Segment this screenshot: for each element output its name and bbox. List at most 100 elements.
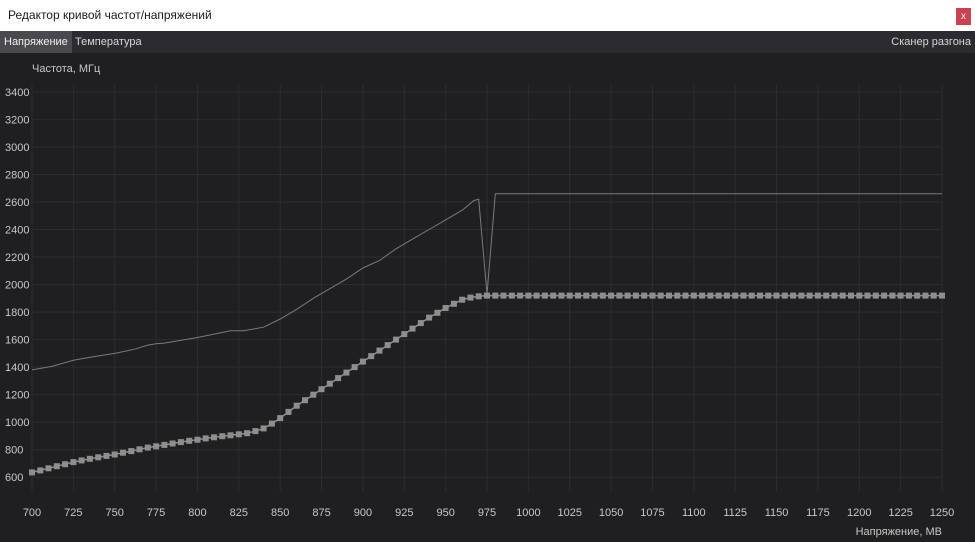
- curve-point[interactable]: [359, 358, 366, 365]
- curve-point[interactable]: [335, 375, 342, 382]
- curve-point[interactable]: [260, 425, 267, 432]
- curve-point[interactable]: [153, 443, 160, 450]
- curve-point[interactable]: [649, 292, 656, 299]
- curve-point[interactable]: [293, 402, 300, 409]
- curve-point[interactable]: [723, 292, 730, 299]
- curve-point[interactable]: [401, 331, 408, 338]
- curve-point[interactable]: [426, 314, 433, 321]
- curve-point[interactable]: [550, 292, 557, 299]
- curve-point[interactable]: [848, 292, 854, 299]
- curve-point[interactable]: [732, 292, 739, 299]
- curve-point[interactable]: [500, 292, 507, 299]
- curve-point[interactable]: [939, 292, 945, 299]
- curve-point[interactable]: [674, 292, 681, 299]
- curve-point[interactable]: [699, 292, 706, 299]
- curve-point[interactable]: [417, 320, 424, 327]
- curve-point[interactable]: [492, 292, 499, 299]
- curve-point[interactable]: [302, 397, 308, 404]
- vf-curve-chart[interactable]: Частота, МГц Напряжение, МВ 700 725 750 775…: [0, 53, 975, 542]
- curve-point[interactable]: [111, 451, 118, 458]
- curve-point[interactable]: [62, 461, 69, 468]
- curve-point[interactable]: [616, 292, 623, 299]
- scanner-button[interactable]: Сканер разгона: [887, 31, 975, 53]
- curve-point[interactable]: [558, 292, 565, 299]
- curve-point[interactable]: [566, 292, 573, 299]
- curve-point[interactable]: [666, 292, 672, 299]
- close-button[interactable]: x: [956, 8, 971, 25]
- curve-point[interactable]: [310, 391, 317, 398]
- curve-point[interactable]: [186, 437, 193, 444]
- curve-point[interactable]: [517, 292, 524, 299]
- curve-point[interactable]: [657, 292, 664, 299]
- curve-point[interactable]: [459, 296, 466, 303]
- curve-point[interactable]: [351, 364, 358, 371]
- curve-point[interactable]: [541, 292, 548, 299]
- curve-point[interactable]: [798, 292, 805, 299]
- curve-point[interactable]: [86, 455, 93, 462]
- curve-point[interactable]: [343, 369, 350, 376]
- curve-point[interactable]: [219, 433, 226, 440]
- curve-point[interactable]: [120, 449, 126, 456]
- curve-point[interactable]: [29, 469, 35, 476]
- curve-point[interactable]: [682, 292, 689, 299]
- curve-point[interactable]: [525, 292, 532, 299]
- curve-point[interactable]: [45, 465, 52, 472]
- curve-point[interactable]: [823, 292, 830, 299]
- curve-point[interactable]: [881, 292, 888, 299]
- curve-point[interactable]: [434, 309, 441, 316]
- curve-point[interactable]: [690, 292, 697, 299]
- curve-point[interactable]: [715, 292, 722, 299]
- curve-point[interactable]: [905, 292, 912, 299]
- curve-point[interactable]: [608, 292, 615, 299]
- curve-point[interactable]: [914, 292, 921, 299]
- curve-point[interactable]: [103, 452, 110, 459]
- curve-point[interactable]: [467, 294, 474, 301]
- curve-point[interactable]: [575, 292, 581, 299]
- curve-point[interactable]: [368, 353, 375, 360]
- curve-point[interactable]: [806, 292, 813, 299]
- curve-point[interactable]: [202, 435, 209, 442]
- curve-point[interactable]: [632, 292, 639, 299]
- curve-point[interactable]: [773, 292, 780, 299]
- curve-point[interactable]: [641, 292, 648, 299]
- curve-point[interactable]: [533, 292, 540, 299]
- curve-point[interactable]: [897, 292, 904, 299]
- curve-point[interactable]: [53, 463, 60, 470]
- curve-point[interactable]: [889, 292, 896, 299]
- curve-point[interactable]: [376, 347, 383, 354]
- curve-point[interactable]: [37, 467, 44, 474]
- curve-point[interactable]: [583, 292, 590, 299]
- curve-point[interactable]: [252, 428, 259, 435]
- tab-temperature[interactable]: Температура: [71, 31, 146, 53]
- curve-point[interactable]: [839, 292, 846, 299]
- curve-point[interactable]: [856, 292, 863, 299]
- curve-point[interactable]: [78, 457, 85, 464]
- curve-point[interactable]: [930, 292, 937, 299]
- curve-point[interactable]: [128, 448, 135, 455]
- curve-point[interactable]: [814, 292, 821, 299]
- curve-point[interactable]: [227, 432, 234, 439]
- curve-point[interactable]: [757, 292, 763, 299]
- curve-point[interactable]: [70, 459, 77, 466]
- curve-point[interactable]: [475, 293, 482, 300]
- curve-point[interactable]: [177, 439, 184, 446]
- curve-point[interactable]: [194, 436, 201, 443]
- curve-point[interactable]: [922, 292, 929, 299]
- curve-point[interactable]: [624, 292, 631, 299]
- curve-point[interactable]: [442, 305, 449, 311]
- curve-point[interactable]: [872, 292, 879, 299]
- curve-point[interactable]: [508, 292, 515, 299]
- curve-point[interactable]: [765, 292, 772, 299]
- curve-point[interactable]: [326, 380, 333, 387]
- curve-point[interactable]: [144, 444, 151, 451]
- curve-point[interactable]: [790, 292, 797, 299]
- curve-point[interactable]: [277, 415, 284, 422]
- curve-point[interactable]: [740, 292, 747, 299]
- tab-voltage[interactable]: Напряжение: [0, 31, 72, 53]
- curve-point[interactable]: [169, 440, 176, 447]
- curve-point[interactable]: [318, 386, 325, 393]
- curve-point[interactable]: [707, 292, 714, 299]
- curve-point[interactable]: [591, 292, 598, 299]
- curve-point[interactable]: [161, 441, 168, 448]
- curve-point[interactable]: [95, 454, 102, 461]
